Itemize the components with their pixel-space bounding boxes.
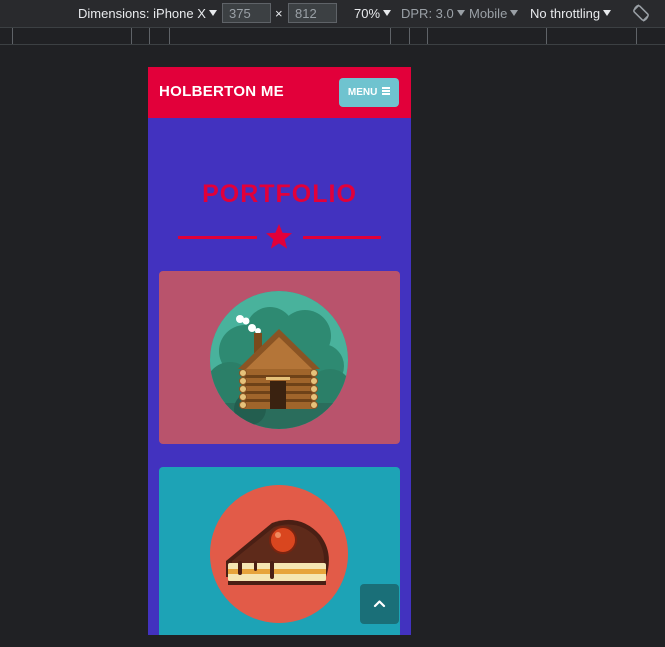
divider-line-right [303,236,381,239]
dropdown-arrow-icon [383,10,392,16]
width-input[interactable]: 375 [222,3,271,23]
height-input[interactable]: 812 [288,3,337,23]
zoom-label: 70% [354,6,381,21]
device-toolbar: Dimensions: iPhone X 375 × 812 70% DPR: … [0,0,665,28]
log-cabin-icon [210,291,348,429]
device-viewport: HOLBERTON ME MENU PORTFOLIO [148,67,411,635]
hamburger-icon [382,86,391,97]
chevron-up-icon [373,600,386,608]
dimensions-dropdown[interactable]: Dimensions: iPhone X [78,0,217,27]
divider-line-left [178,236,257,239]
times-separator: × [275,6,283,21]
zoom-dropdown[interactable]: 70% [354,0,392,27]
rotate-icon[interactable] [631,3,651,23]
menu-label: MENU [347,87,378,98]
dropdown-arrow-icon [510,10,519,16]
dpr-label: DPR: 3.0 [401,6,454,21]
menu-button[interactable]: MENU [339,78,399,107]
back-to-top-button[interactable] [360,584,399,624]
section-title: PORTFOLIO [202,180,357,208]
mobile-dropdown[interactable]: Mobile [469,0,519,27]
dpr-dropdown[interactable]: DPR: 3.0 [401,0,465,27]
mobile-label: Mobile [469,6,508,21]
star-icon [266,224,292,249]
dropdown-arrow-icon [208,10,217,16]
dropdown-arrow-icon [603,10,612,16]
throttling-label: No throttling [530,6,601,21]
media-query-ruler [0,28,665,45]
dropdown-arrow-icon [456,10,465,16]
navbar: HOLBERTON ME MENU [148,67,411,118]
portfolio-item[interactable] [159,271,400,444]
throttling-dropdown[interactable]: No throttling [530,0,612,27]
dimensions-label: Dimensions: iPhone X [78,6,206,21]
brand-logo[interactable]: HOLBERTON ME [159,83,284,100]
cake-slice-icon [210,485,348,623]
